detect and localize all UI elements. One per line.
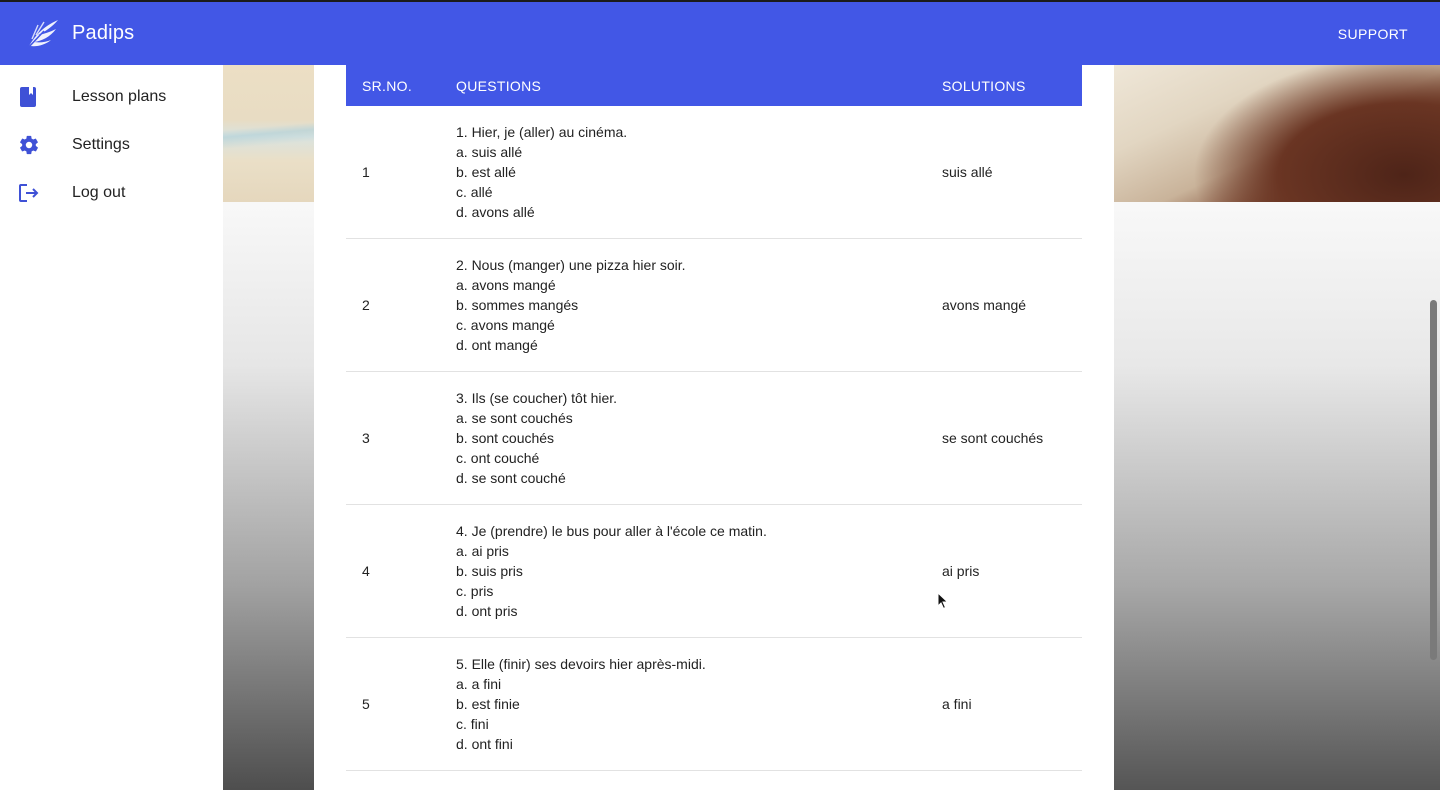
sidebar: Lesson plans Settings Log out [0,65,223,790]
sidebar-item-log-out[interactable]: Log out [0,169,223,217]
option-c: c. pris [456,583,494,599]
sidebar-item-label: Settings [72,136,130,153]
option-b: b. est finie [456,696,520,712]
table-header: SR.NO. QUESTIONS SOLUTIONS [346,65,1082,106]
table-row: 4 4. Je (prendre) le bus pour aller à l'… [346,505,1082,638]
header-sr-no: SR.NO. [362,77,413,94]
book-icon [0,86,72,108]
header-questions: QUESTIONS [456,77,542,94]
row-number: 5 [362,696,370,712]
app-name: Padips [72,22,135,44]
row-number: 4 [362,563,370,579]
app-bar: Padips SUPPORT [0,0,1440,65]
solution-cell: se sont couchés [942,430,1044,446]
question-text: 4. Je (prendre) le bus pour aller à l'éc… [456,523,767,539]
sidebar-item-label: Log out [72,184,126,201]
option-b: b. suis pris [456,563,523,579]
question-text: 2. Nous (manger) une pizza hier soir. [456,257,686,273]
background-left-image [223,65,314,202]
option-a: a. ai pris [456,543,509,559]
option-d: d. ont pris [456,603,518,619]
question-cell: 1. Hier, je (aller) au cinéma. a. suis a… [456,122,942,222]
solution-cell: suis allé [942,164,993,180]
table-row: 5 5. Elle (finir) ses devoirs hier après… [346,638,1082,771]
solution-cell: ai pris [942,563,980,579]
solution-cell: a fini [942,696,972,712]
main-content: SR.NO. QUESTIONS SOLUTIONS 1 1. Hier, je… [314,65,1114,790]
row-number: 2 [362,297,370,313]
page-scrollbar[interactable] [1430,300,1437,660]
option-b: b. est allé [456,164,516,180]
row-number: 3 [362,430,370,446]
question-cell: 2. Nous (manger) une pizza hier soir. a.… [456,255,942,355]
option-c: c. allé [456,184,493,200]
mouse-cursor-icon [937,592,949,610]
option-d: d. avons allé [456,204,535,220]
option-a: a. a fini [456,676,502,692]
header-solutions: SOLUTIONS [942,77,1026,94]
brand[interactable]: Padips [24,17,134,51]
question-cell: 4. Je (prendre) le bus pour aller à l'éc… [456,521,942,621]
sidebar-item-lesson-plans[interactable]: Lesson plans [0,73,223,121]
option-d: d. ont mangé [456,337,538,353]
solution-cell: avons mangé [942,297,1027,313]
question-text: 1. Hier, je (aller) au cinéma. [456,124,628,140]
table-row: 2 2. Nous (manger) une pizza hier soir. … [346,239,1082,372]
option-c: c. ont couché [456,450,540,466]
sidebar-item-settings[interactable]: Settings [0,121,223,169]
option-a: a. suis allé [456,144,523,160]
option-b: b. sommes mangés [456,297,579,313]
option-d: d. se sont couché [456,470,566,486]
table-row: 3 3. Ils (se coucher) tôt hier. a. se so… [346,372,1082,505]
option-c: c. avons mangé [456,317,555,333]
table-row: 1 1. Hier, je (aller) au cinéma. a. suis… [346,106,1082,239]
question-cell: 5. Elle (finir) ses devoirs hier après-m… [456,654,942,754]
question-text: 3. Ils (se coucher) tôt hier. [456,390,618,406]
row-number: 1 [362,164,370,180]
questions-table: SR.NO. QUESTIONS SOLUTIONS 1 1. Hier, je… [346,65,1082,771]
support-link[interactable]: SUPPORT [1338,2,1408,65]
option-d: d. ont fini [456,736,513,752]
feather-logo-icon [26,19,58,50]
option-a: a. se sont couchés [456,410,573,426]
option-c: c. fini [456,716,489,732]
option-b: b. sont couchés [456,430,555,446]
question-cell: 3. Ils (se coucher) tôt hier. a. se sont… [456,388,942,488]
sidebar-item-label: Lesson plans [72,88,167,105]
gear-icon [0,134,72,156]
question-text: 5. Elle (finir) ses devoirs hier après-m… [456,656,706,672]
option-a: a. avons mangé [456,277,556,293]
background-right-image [1114,65,1440,202]
logout-icon [0,183,72,203]
